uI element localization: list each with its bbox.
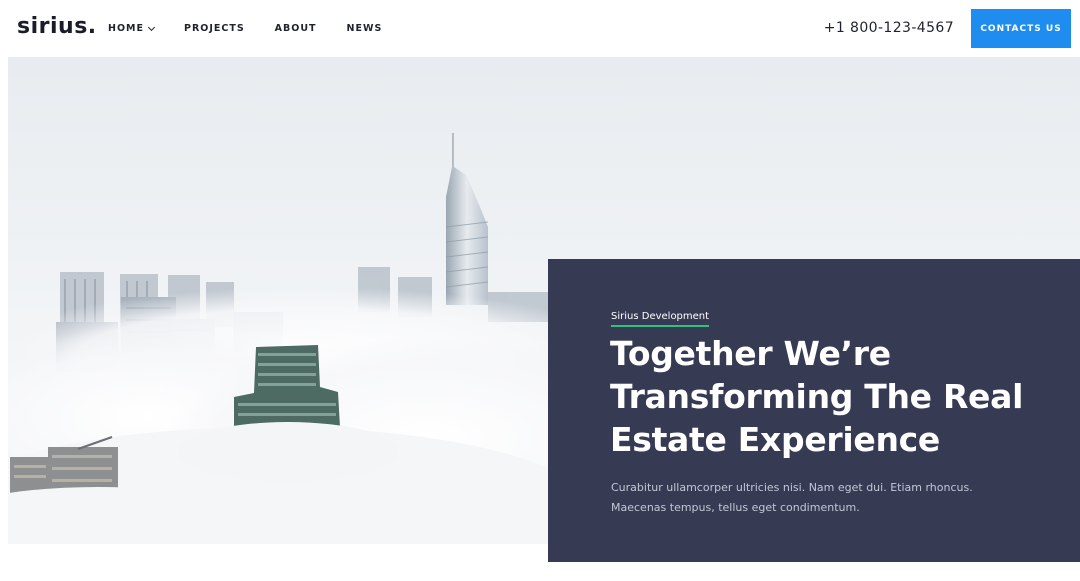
- contacts-us-button[interactable]: CONTACTS US: [971, 9, 1071, 48]
- nav-item-about[interactable]: ABOUT: [275, 23, 317, 34]
- nav-item-home[interactable]: HOME: [108, 23, 156, 34]
- nav-item-news[interactable]: NEWS: [347, 23, 383, 34]
- main-nav: HOME PROJECTS ABOUT NEWS: [108, 23, 412, 34]
- hero-eyebrow: Sirius Development: [611, 311, 710, 327]
- chevron-down-icon: [147, 23, 156, 31]
- nav-item-label: HOME: [108, 23, 144, 34]
- nav-item-projects[interactable]: PROJECTS: [184, 23, 245, 34]
- logo[interactable]: sirius.: [17, 14, 97, 39]
- hero-headline: Together We’re Transforming The Real Est…: [610, 334, 1024, 459]
- hero-panel: Sirius Development Together We’re Transf…: [548, 259, 1080, 562]
- hero-description-line-2: Maecenas tempus, tellus eget condimentum…: [611, 501, 860, 514]
- phone-number[interactable]: +1 800-123-4567: [824, 20, 954, 36]
- site-header: sirius. HOME PROJECTS ABOUT NEWS +1 800-…: [0, 0, 1080, 57]
- hero-description: Curabitur ullamcorper ultricies nisi. Na…: [611, 478, 1011, 518]
- hero-description-line-1: Curabitur ullamcorper ultricies nisi. Na…: [611, 481, 973, 494]
